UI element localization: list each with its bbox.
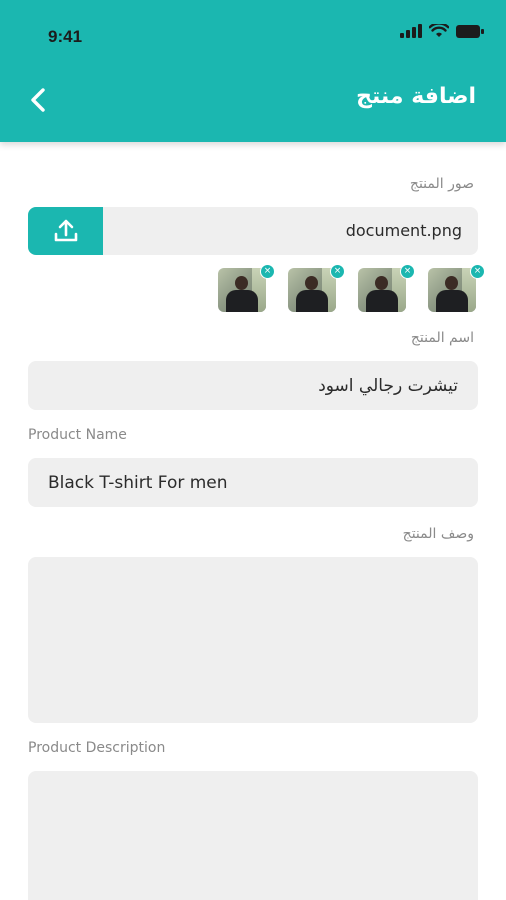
product-thumbnail[interactable]: [218, 268, 266, 312]
status-icons: [400, 24, 484, 38]
wifi-icon: [429, 24, 449, 37]
back-button[interactable]: [22, 84, 54, 116]
remove-image-icon[interactable]: ×: [330, 264, 345, 279]
image-thumbnails: × × × ×: [0, 264, 506, 314]
product-thumbnail[interactable]: [358, 268, 406, 312]
upload-icon: [54, 219, 77, 242]
remove-image-icon[interactable]: ×: [260, 264, 275, 279]
product-description-ar-field[interactable]: [28, 557, 478, 723]
product-description-ar-label: وصف المنتج: [402, 526, 474, 542]
battery-icon: [456, 24, 484, 38]
image-upload-field[interactable]: document.png: [28, 207, 478, 255]
product-description-en-field[interactable]: [28, 771, 478, 900]
upload-button[interactable]: [28, 207, 103, 255]
status-time: 9:41: [48, 27, 83, 46]
product-name-ar-value: تيشرت رجالي اسود: [318, 375, 458, 396]
product-name-en-label: Product Name: [28, 427, 127, 443]
product-thumbnail[interactable]: [288, 268, 336, 312]
product-name-en-field[interactable]: Black T-shirt For men: [28, 458, 478, 507]
product-name-en-value: Black T-shirt For men: [48, 472, 228, 493]
product-name-ar-label: اسم المنتج: [410, 330, 474, 346]
app-header: 9:41 اضافة منتج: [0, 0, 506, 142]
product-description-en-label: Product Description: [28, 740, 166, 756]
back-chevron-icon: [31, 88, 45, 112]
file-name: document.png: [345, 221, 462, 240]
product-thumbnail[interactable]: [428, 268, 476, 312]
product-name-ar-field[interactable]: تيشرت رجالي اسود: [28, 361, 478, 410]
page-title: اضافة منتج: [356, 84, 476, 109]
remove-image-icon[interactable]: ×: [470, 264, 485, 279]
remove-image-icon[interactable]: ×: [400, 264, 415, 279]
signal-icon: [400, 24, 422, 38]
product-images-label: صور المنتج: [409, 176, 474, 192]
